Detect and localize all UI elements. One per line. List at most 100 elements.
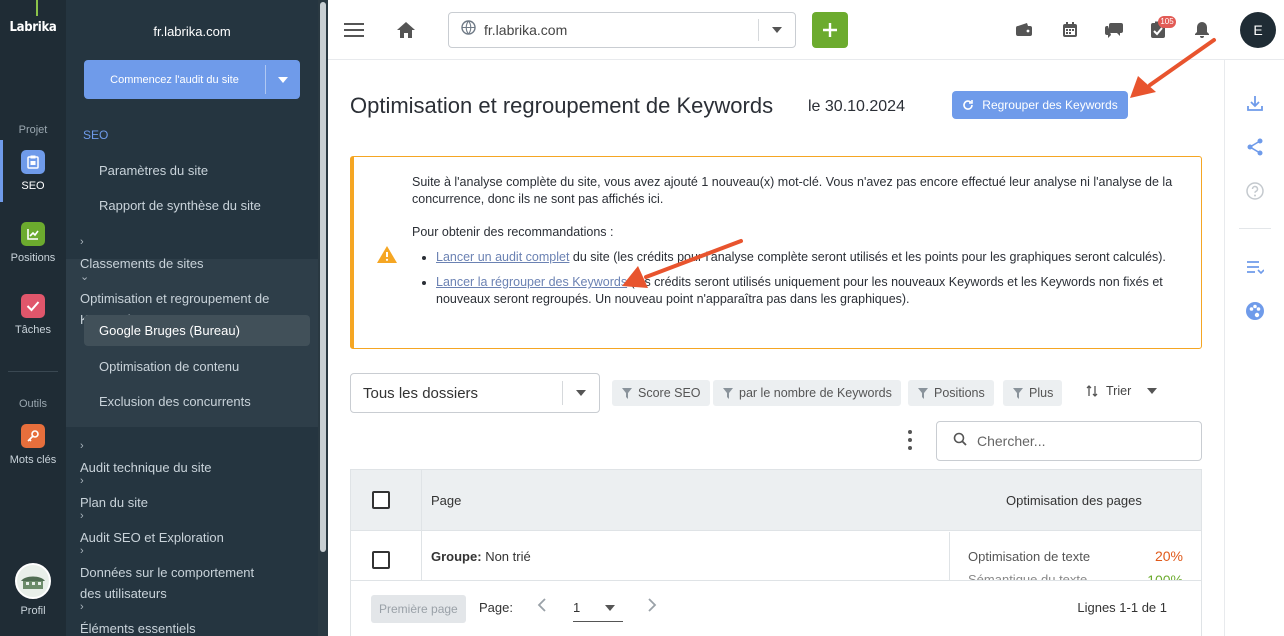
group-label-value: Non trié xyxy=(485,549,531,564)
list-icon[interactable] xyxy=(1244,256,1266,278)
rail-divider xyxy=(8,371,58,372)
column-header-page[interactable]: Page xyxy=(431,493,461,508)
filter-label: Plus xyxy=(1029,386,1054,400)
sidebar-item-summary-report[interactable]: Rapport de synthèse du site xyxy=(99,195,311,216)
alert-body: Suite à l'analyse complète du site, vous… xyxy=(412,174,1182,316)
keywords-table: Page Optimisation des pages Groupe: Non … xyxy=(350,469,1202,636)
top-bar: fr.labrika.com xyxy=(328,0,1284,60)
user-avatar[interactable]: E xyxy=(1240,12,1276,48)
sidebar-item-essentials[interactable]: › Éléments essentiels xyxy=(80,595,292,636)
logo-accent xyxy=(36,0,38,16)
home-icon[interactable] xyxy=(394,18,418,42)
search-input[interactable] xyxy=(977,433,1177,449)
download-icon[interactable] xyxy=(1244,92,1266,114)
app-rail: Labrika Projet SEO Positions Tâches Outi… xyxy=(0,0,66,636)
run-full-audit-link[interactable]: Lancer un audit complet xyxy=(436,250,569,264)
palette-icon[interactable] xyxy=(1244,300,1266,322)
clipboard-icon xyxy=(21,150,45,174)
right-tool-panel xyxy=(1224,60,1284,636)
column-header-optimization[interactable]: Optimisation des pages xyxy=(1006,493,1142,508)
sidebar-site-name: fr.labrika.com xyxy=(153,24,231,39)
page-title: Optimisation et regroupement de Keywords xyxy=(350,93,774,118)
more-options-icon[interactable] xyxy=(904,430,916,450)
rail-section-tools: Outils xyxy=(18,398,48,410)
regroup-keywords-label: Regrouper des Keywords xyxy=(982,98,1118,112)
start-audit-label[interactable]: Commencez l'audit du site xyxy=(84,60,265,99)
filter-icon xyxy=(918,387,928,399)
sidebar-item-google-bruges[interactable]: Google Bruges (Bureau) xyxy=(84,315,310,346)
rail-item-profile[interactable]: Profil xyxy=(0,563,66,617)
rail-section-project: Projet xyxy=(18,124,48,136)
chevron-right-icon: › xyxy=(80,236,84,248)
filter-keyword-count[interactable]: par le nombre de Keywords xyxy=(713,380,901,406)
rail-item-positions[interactable]: Positions xyxy=(0,222,66,264)
sidebar-scrollbar[interactable] xyxy=(318,0,328,636)
help-icon[interactable] xyxy=(1244,180,1266,202)
chevron-right-icon: › xyxy=(80,475,84,487)
chevron-down-icon xyxy=(278,76,288,83)
sidebar-item-content-optimization[interactable]: Optimisation de contenu xyxy=(99,356,311,377)
rail-item-tasks[interactable]: Tâches xyxy=(0,294,66,336)
chevron-down-icon[interactable] xyxy=(563,390,599,396)
start-audit-button[interactable]: Commencez l'audit du site xyxy=(84,60,300,99)
filter-label: Score SEO xyxy=(638,386,701,400)
metric-name: Optimisation de texte xyxy=(968,549,1091,564)
chart-icon xyxy=(21,222,45,246)
search-icon xyxy=(953,432,967,451)
rail-item-seo[interactable]: SEO xyxy=(0,150,66,192)
chat-icon[interactable] xyxy=(1102,18,1126,42)
rail-item-keywords[interactable]: Mots clés xyxy=(0,424,66,466)
filter-label: par le nombre de Keywords xyxy=(739,386,892,400)
table-row: Groupe: Non trié Optimisation de texte 2… xyxy=(351,532,1201,588)
warning-icon xyxy=(376,245,398,269)
rail-item-label: Positions xyxy=(10,252,56,264)
calendar-icon[interactable] xyxy=(1058,18,1082,42)
filter-icon xyxy=(622,387,632,399)
page-select[interactable]: 1 xyxy=(573,594,623,622)
chevron-down-icon[interactable] xyxy=(759,27,795,33)
chevron-left-icon[interactable] xyxy=(537,597,547,618)
site-selector[interactable]: fr.labrika.com xyxy=(448,12,796,48)
check-icon xyxy=(21,294,45,318)
chevron-right-icon: › xyxy=(80,601,84,613)
notification-badge: 105 xyxy=(1158,16,1176,28)
select-all-checkbox[interactable] xyxy=(372,491,390,509)
audit-dropdown-button[interactable] xyxy=(266,60,300,99)
sort-button[interactable]: Trier xyxy=(1086,384,1158,398)
list-item: Lancer un audit complet du site (les cré… xyxy=(436,249,1182,266)
sidebar-item-site-settings[interactable]: Paramètres du site xyxy=(99,160,311,181)
chevron-right-icon: › xyxy=(80,510,84,522)
chevron-right-icon[interactable] xyxy=(647,597,657,618)
search-box[interactable] xyxy=(936,421,1202,461)
first-page-button[interactable]: Première page xyxy=(371,595,466,623)
filter-positions[interactable]: Positions xyxy=(908,380,994,406)
add-button[interactable] xyxy=(812,12,848,48)
run-regroup-link[interactable]: Lancer la régrouper des Keywords xyxy=(436,275,627,289)
chevron-down-icon xyxy=(1147,388,1158,394)
list-item: Lancer la régrouper des Keywords (les cr… xyxy=(436,274,1182,308)
menu-icon[interactable] xyxy=(342,18,366,42)
optimization-cell: Optimisation de texte 20% Sémantique du … xyxy=(949,532,1201,588)
sidebar-item-competitor-exclusion[interactable]: Exclusion des concurrents xyxy=(99,391,311,412)
filter-seo-score[interactable]: Score SEO xyxy=(612,380,710,406)
row-checkbox[interactable] xyxy=(372,551,390,569)
regroup-keywords-button[interactable]: Regrouper des Keywords xyxy=(952,91,1128,119)
bell-icon[interactable] xyxy=(1190,18,1214,42)
wallet-icon[interactable] xyxy=(1012,18,1036,42)
rail-item-label: SEO xyxy=(21,180,45,192)
plus-icon xyxy=(823,23,837,37)
app-logo[interactable]: Labrika xyxy=(0,20,66,35)
warning-alert: Suite à l'analyse complète du site, vous… xyxy=(350,156,1202,349)
chevron-right-icon: › xyxy=(80,545,84,557)
rail-item-label: Tâches xyxy=(14,324,52,336)
sidebar-section-seo[interactable]: SEO xyxy=(83,128,108,142)
site-selector-value: fr.labrika.com xyxy=(484,22,568,38)
group-label: Groupe: Non trié xyxy=(431,549,531,564)
page-date: le 30.10.2024 xyxy=(808,98,905,115)
scrollbar-thumb[interactable] xyxy=(320,2,326,552)
share-icon[interactable] xyxy=(1244,136,1266,158)
filter-more[interactable]: Plus xyxy=(1003,380,1063,406)
folder-select[interactable]: Tous les dossiers xyxy=(350,373,600,413)
avatar-icon xyxy=(15,563,51,599)
rail-item-label: Mots clés xyxy=(9,454,57,466)
